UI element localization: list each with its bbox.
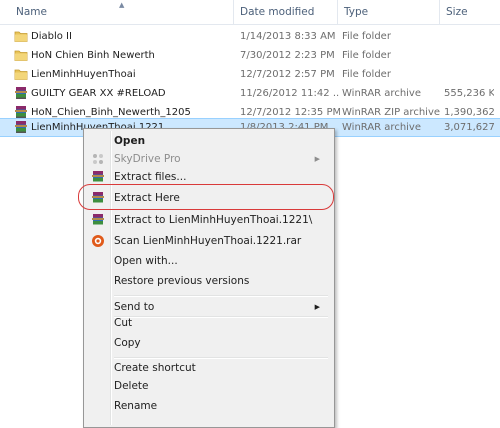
menu-item-extract-to[interactable]: Extract to LienMinhHuyenThoai.1221\ xyxy=(86,209,330,231)
extract-here-highlight-ring xyxy=(78,184,334,210)
column-header: Name ▲ Date modified Type Size xyxy=(0,0,500,25)
context-menu: Open SkyDrive Pro ▶ Extract files... Ext… xyxy=(83,128,335,428)
file-name: Diablo II xyxy=(31,31,72,42)
menu-item-scan[interactable]: Scan LienMinhHuyenThoai.1221.rar xyxy=(86,230,330,252)
file-date: 12/7/2012 2:57 PM xyxy=(240,69,335,80)
file-type: File folder xyxy=(342,50,391,61)
column-name[interactable]: Name xyxy=(16,0,47,24)
file-date: 7/30/2012 2:23 PM xyxy=(240,50,335,61)
column-divider[interactable] xyxy=(439,0,440,24)
file-row[interactable]: LienMinhHuyenThoai 12/7/2012 2:57 PM Fil… xyxy=(0,65,500,84)
menu-item-rename[interactable]: Rename xyxy=(86,395,330,417)
column-date-modified[interactable]: Date modified xyxy=(240,0,314,24)
file-type: File folder xyxy=(342,69,391,80)
file-size xyxy=(444,27,494,46)
file-row[interactable]: GUILTY GEAR XX #RELOAD 11/26/2012 11:42 … xyxy=(0,84,500,103)
file-size: 555,236 KE xyxy=(444,88,494,99)
antivirus-icon xyxy=(92,235,104,247)
file-name: GUILTY GEAR XX #RELOAD xyxy=(31,88,166,99)
column-type[interactable]: Type xyxy=(344,0,368,24)
winrar-icon xyxy=(15,87,27,99)
column-divider[interactable] xyxy=(337,0,338,24)
file-row[interactable]: Diablo II 1/14/2013 8:33 AM File folder xyxy=(0,27,500,46)
menu-item-open-with[interactable]: Open with... xyxy=(86,250,330,272)
file-row[interactable]: HoN Chien Binh Newerth 7/30/2012 2:23 PM… xyxy=(0,46,500,65)
folder-icon xyxy=(14,31,28,42)
file-size: 3,071,627 KE xyxy=(444,122,494,133)
file-date: 1/14/2013 8:33 AM xyxy=(240,31,336,42)
column-size[interactable]: Size xyxy=(446,0,468,24)
file-type: WinRAR archive xyxy=(342,88,421,99)
file-type: File folder xyxy=(342,31,391,42)
skydrive-icon xyxy=(93,154,103,164)
file-size xyxy=(444,46,494,65)
file-size xyxy=(444,65,494,84)
column-divider[interactable] xyxy=(233,0,234,24)
menu-item-cut[interactable]: Cut xyxy=(86,312,330,334)
menu-item-copy[interactable]: Copy xyxy=(86,332,330,354)
file-name: HoN Chien Binh Newerth xyxy=(31,50,155,61)
sort-ascending-icon: ▲ xyxy=(119,1,125,9)
winrar-icon xyxy=(15,106,27,118)
file-date: 11/26/2012 11:42 ... xyxy=(240,88,340,99)
winrar-icon xyxy=(15,121,27,133)
menu-item-send-to[interactable]: Send to ▶ xyxy=(86,286,330,313)
winrar-icon xyxy=(92,214,104,225)
menu-item-delete[interactable]: Delete xyxy=(86,375,330,397)
file-name: LienMinhHuyenThoai xyxy=(31,69,136,80)
winrar-icon xyxy=(92,171,104,182)
folder-icon xyxy=(14,69,28,80)
file-type: WinRAR archive xyxy=(342,122,421,133)
folder-icon xyxy=(14,50,28,61)
